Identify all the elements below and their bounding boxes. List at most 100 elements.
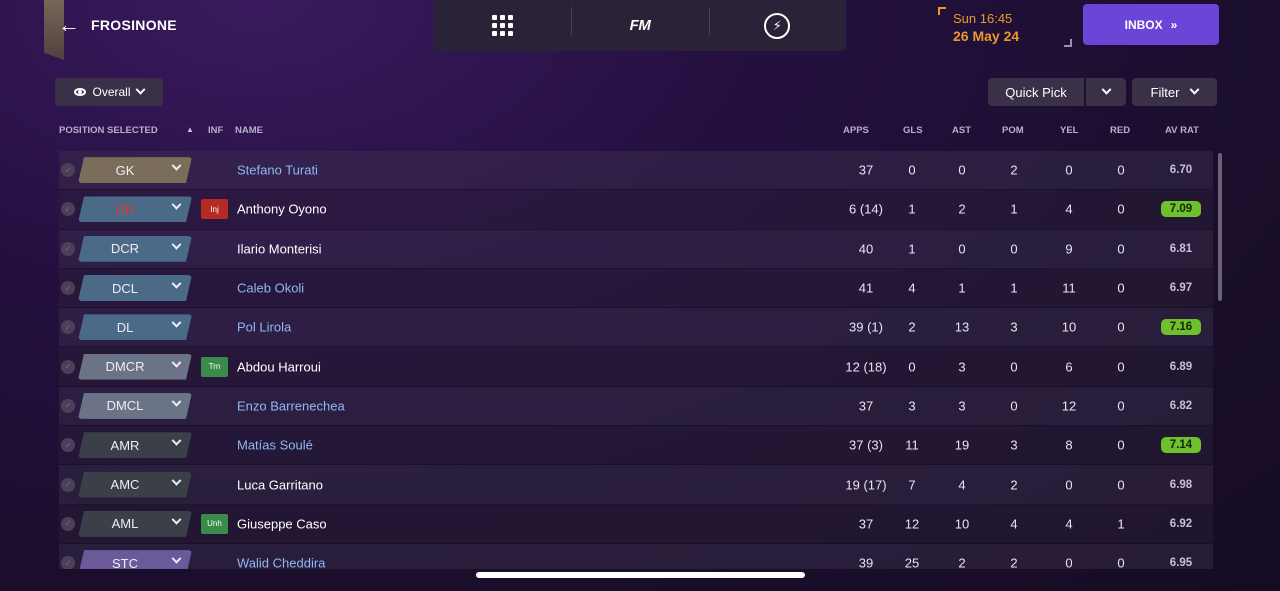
position-dropdown[interactable]: DR <box>78 196 192 222</box>
assists-value: 0 <box>958 162 966 178</box>
select-checkbox[interactable]: ✓ <box>61 320 75 335</box>
fm-home-button[interactable]: FM <box>571 0 708 51</box>
assists-value: 3 <box>958 359 966 375</box>
chevron-down-icon <box>172 200 182 210</box>
back-arrow-icon[interactable]: ← <box>56 12 82 38</box>
apps-value: 41 <box>858 280 874 296</box>
pom-value: 0 <box>1010 241 1018 257</box>
chevron-down-icon <box>172 161 182 171</box>
table-row[interactable]: ✓ AMR Matías Soulé 37 (3) 11 19 3 8 0 7.… <box>59 426 1213 466</box>
position-dropdown[interactable]: GK <box>78 157 192 183</box>
table-row[interactable]: ✓ DL Pol Lirola 39 (1) 2 13 3 10 0 7.16 <box>59 308 1213 348</box>
column-header-red[interactable]: RED <box>1110 125 1130 136</box>
quick-actions-button[interactable]: ⚡︎ <box>708 0 846 51</box>
fm-logo: FM <box>629 17 651 34</box>
info-badge[interactable]: Inj <box>201 199 228 220</box>
lightning-bolt-icon: ⚡︎ <box>764 12 791 39</box>
select-checkbox[interactable]: ✓ <box>61 359 75 374</box>
assists-value: 3 <box>958 398 966 414</box>
table-row[interactable]: ✓ STC Walid Cheddira 39 25 2 2 0 0 6.95 <box>59 543 1213 569</box>
column-header-apps[interactable]: APPS <box>843 125 869 136</box>
menu-grid-button[interactable] <box>434 0 571 51</box>
column-header-gls[interactable]: GLS <box>903 125 923 136</box>
assists-value: 2 <box>958 201 966 217</box>
position-dropdown[interactable]: AML <box>78 511 192 537</box>
player-name[interactable]: Caleb Okoli <box>237 281 304 296</box>
select-checkbox[interactable]: ✓ <box>61 202 75 217</box>
position-label: DL <box>116 319 134 335</box>
player-name[interactable]: Stefano Turati <box>237 163 318 178</box>
info-badge[interactable]: Trn <box>201 356 228 377</box>
player-name[interactable]: Abdou Harroui <box>237 359 321 374</box>
position-dropdown[interactable]: AMR <box>78 432 192 458</box>
yellow-cards-value: 0 <box>1065 555 1073 569</box>
table-row[interactable]: ✓ DCR Ilario Monterisi 40 1 0 0 9 0 6.81 <box>59 229 1213 269</box>
column-header-inf[interactable]: INF <box>208 125 223 136</box>
column-header-av-rat[interactable]: AV RAT <box>1165 125 1199 136</box>
table-row[interactable]: ✓ GK Stefano Turati 37 0 0 2 0 0 6.70 <box>59 151 1213 191</box>
position-dropdown[interactable]: DMCR <box>78 354 192 380</box>
game-date: 26 May 24 <box>953 28 1020 44</box>
average-rating-value: 6.92 <box>1169 517 1193 530</box>
player-name[interactable]: Enzo Barrenechea <box>237 398 345 413</box>
position-dropdown[interactable]: DMCL <box>78 393 192 419</box>
column-header-pom[interactable]: POM <box>1002 125 1024 136</box>
red-cards-value: 0 <box>1117 437 1125 453</box>
average-rating-value: 7.09 <box>1161 201 1201 218</box>
position-dropdown[interactable]: STC <box>78 550 192 569</box>
table-row[interactable]: ✓ AMC Luca Garritano 19 (17) 7 4 2 0 0 6… <box>59 465 1213 505</box>
player-name[interactable]: Anthony Oyono <box>237 202 327 217</box>
player-name[interactable]: Giuseppe Caso <box>237 516 327 531</box>
select-checkbox[interactable]: ✓ <box>61 556 75 569</box>
pom-value: 2 <box>1010 162 1018 178</box>
chevron-down-icon <box>172 279 182 289</box>
select-checkbox[interactable]: ✓ <box>61 477 75 492</box>
chevron-down-icon <box>172 436 182 446</box>
select-checkbox[interactable]: ✓ <box>61 241 75 256</box>
game-date-box: Sun 16:45 26 May 24 <box>938 7 1072 47</box>
table-row[interactable]: ✓ DMCR Trn Abdou Harroui 12 (18) 0 3 0 6… <box>59 347 1213 387</box>
player-name[interactable]: Luca Garritano <box>237 477 323 492</box>
goals-value: 1 <box>908 241 916 257</box>
quick-pick-button[interactable]: Quick Pick <box>988 78 1084 106</box>
column-header-yel[interactable]: YEL <box>1060 125 1078 136</box>
column-header-name[interactable]: NAME <box>235 125 263 136</box>
red-cards-value: 0 <box>1117 359 1125 375</box>
position-dropdown[interactable]: AMC <box>78 472 192 498</box>
select-checkbox[interactable]: ✓ <box>61 516 75 531</box>
select-checkbox[interactable]: ✓ <box>61 281 75 296</box>
average-rating-value: 6.82 <box>1169 399 1193 412</box>
table-row[interactable]: ✓ DR Inj Anthony Oyono 6 (14) 1 2 1 4 0 … <box>59 190 1213 230</box>
column-header-position[interactable]: POSITION SELECTED <box>59 125 158 136</box>
player-name[interactable]: Ilario Monterisi <box>237 241 322 256</box>
info-badge[interactable]: Unh <box>201 513 228 534</box>
goals-value: 7 <box>908 477 916 493</box>
assists-value: 1 <box>958 280 966 296</box>
select-checkbox[interactable]: ✓ <box>61 438 75 453</box>
yellow-cards-value: 11 <box>1062 280 1076 296</box>
main-nav-bar: FM ⚡︎ <box>434 0 846 51</box>
table-header: POSITION SELECTED ▲ INF NAME APPS GLS AS… <box>58 125 1218 139</box>
yellow-cards-value: 6 <box>1065 359 1073 375</box>
chevron-down-icon <box>172 554 182 564</box>
view-selector-button[interactable]: Overall <box>55 78 163 106</box>
position-dropdown[interactable]: DCR <box>78 236 192 262</box>
player-name[interactable]: Walid Cheddira <box>237 556 325 569</box>
position-dropdown[interactable]: DL <box>78 314 192 340</box>
column-header-ast[interactable]: AST <box>952 125 971 136</box>
player-name[interactable]: Matías Soulé <box>237 438 313 453</box>
red-cards-value: 0 <box>1117 398 1125 414</box>
select-checkbox[interactable]: ✓ <box>61 398 75 413</box>
table-row[interactable]: ✓ AML Unh Giuseppe Caso 37 12 10 4 4 1 6… <box>59 504 1213 544</box>
position-dropdown[interactable]: DCL <box>78 275 192 301</box>
select-checkbox[interactable]: ✓ <box>61 163 75 178</box>
position-label: DR <box>115 201 135 217</box>
inbox-button[interactable]: INBOX » <box>1083 4 1219 45</box>
table-row[interactable]: ✓ DMCL Enzo Barrenechea 37 3 3 0 12 0 6.… <box>59 386 1213 427</box>
table-scrollbar[interactable] <box>1218 153 1222 301</box>
player-name[interactable]: Pol Lirola <box>237 320 291 335</box>
table-row[interactable]: ✓ DCL Caleb Okoli 41 4 1 1 11 0 6.97 <box>59 268 1213 309</box>
yellow-cards-value: 10 <box>1061 319 1077 335</box>
quick-pick-dropdown-button[interactable] <box>1086 78 1126 106</box>
filter-button[interactable]: Filter <box>1132 78 1217 106</box>
